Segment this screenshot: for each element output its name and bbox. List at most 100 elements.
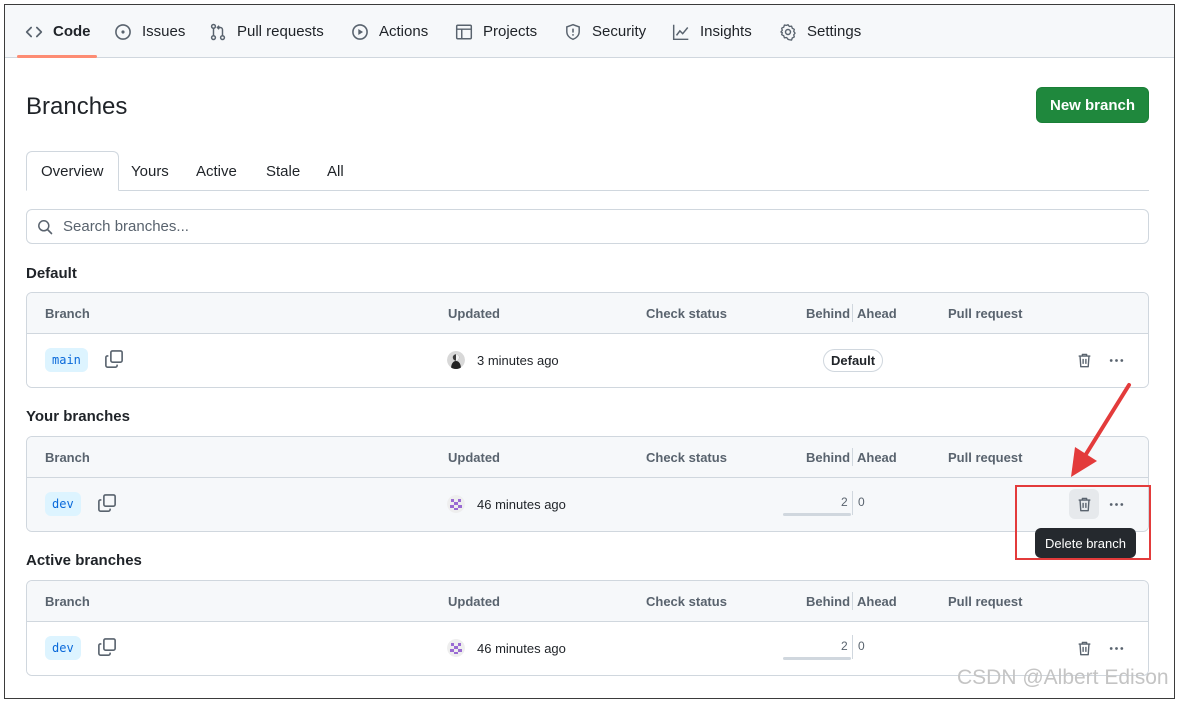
tab-all[interactable]: All [313, 151, 358, 191]
behind-bar-track [783, 657, 851, 660]
table-icon [455, 24, 473, 39]
code-icon [25, 26, 43, 37]
new-branch-button[interactable]: New branch [1036, 87, 1149, 123]
delete-branch-button[interactable] [1069, 345, 1099, 375]
search-icon [38, 220, 53, 235]
updated-time: 3 minutes ago [477, 353, 559, 368]
search-input[interactable] [63, 218, 1148, 235]
col-branch: Branch [45, 306, 90, 321]
nav-actions[interactable]: Actions [351, 5, 428, 58]
active-tab-underline [17, 55, 97, 58]
nav-issues-label: Issues [142, 23, 186, 40]
identicon-avatar [447, 495, 465, 513]
your-branches-table: Branch Updated Check status Behind Ahead… [26, 436, 1149, 532]
col-updated: Updated [448, 594, 500, 609]
page-title: Branches [26, 93, 128, 120]
play-icon [352, 23, 368, 40]
kebab-horizontal-icon [1109, 358, 1123, 362]
nav-pull-requests-label: Pull requests [237, 23, 324, 40]
delete-branch-tooltip: Delete branch [1035, 528, 1136, 558]
gear-icon [780, 23, 796, 41]
more-options-button[interactable] [1101, 633, 1131, 663]
count-divider [852, 635, 853, 659]
count-divider [852, 491, 853, 515]
default-branches-table: Branch Updated Check status Behind Ahead… [26, 292, 1149, 388]
col-behind: Behind [806, 594, 851, 609]
section-title-your-branches: Your branches [26, 408, 130, 425]
col-check-status: Check status [646, 306, 727, 321]
col-branch: Branch [45, 594, 90, 609]
table-header: Branch Updated Check status Behind Ahead… [27, 293, 1148, 334]
nav-settings[interactable]: Settings [779, 5, 861, 58]
trash-icon [1078, 641, 1090, 655]
table-row: dev 46 minutes ago 2 0 [27, 478, 1148, 531]
branch-name-link[interactable]: dev [45, 636, 81, 660]
shield-icon [566, 23, 580, 40]
col-branch: Branch [45, 450, 90, 465]
nav-code[interactable]: Code [25, 5, 91, 58]
nav-security[interactable]: Security [564, 5, 646, 58]
col-updated: Updated [448, 306, 500, 321]
tab-active[interactable]: Active [182, 151, 251, 191]
table-header: Branch Updated Check status Behind Ahead… [27, 437, 1148, 478]
table-header: Branch Updated Check status Behind Ahead… [27, 581, 1148, 622]
updated-time: 46 minutes ago [477, 497, 566, 512]
trash-icon [1078, 497, 1090, 511]
col-check-status: Check status [646, 450, 727, 465]
repo-nav: Code Issues Pull requests Actions Projec… [5, 5, 1174, 58]
table-row: main 3 minutes ago Default [27, 334, 1148, 387]
delete-branch-button[interactable] [1069, 489, 1099, 519]
tabs-divider [26, 190, 1149, 191]
col-divider [852, 448, 853, 466]
nav-settings-label: Settings [807, 23, 862, 40]
browser-frame: Code Issues Pull requests Actions Projec… [4, 4, 1175, 699]
kebab-horizontal-icon [1109, 502, 1123, 506]
branch-name-link[interactable]: dev [45, 492, 81, 516]
nav-projects-label: Projects [483, 23, 538, 40]
col-behind: Behind [806, 450, 851, 465]
nav-pull-requests[interactable]: Pull requests [209, 5, 324, 58]
col-ahead: Ahead [857, 450, 897, 465]
col-ahead: Ahead [857, 594, 897, 609]
pull-request-icon [210, 23, 226, 40]
active-branches-table: Branch Updated Check status Behind Ahead… [26, 580, 1149, 676]
behind-count: 2 [841, 495, 848, 509]
ahead-count: 0 [858, 639, 865, 653]
tab-overview[interactable]: Overview [26, 151, 119, 191]
graph-icon [672, 24, 689, 40]
updated-time: 46 minutes ago [477, 641, 566, 656]
copy-icon[interactable] [97, 493, 117, 513]
nav-security-label: Security [592, 23, 647, 40]
nav-actions-label: Actions [379, 23, 429, 40]
ahead-count: 0 [858, 495, 865, 509]
col-pull-request: Pull request [948, 594, 1023, 609]
col-divider [852, 592, 853, 610]
identicon-avatar [447, 639, 465, 657]
watermark-text: CSDN @Albert Edison [957, 666, 1169, 689]
avatar [447, 351, 465, 369]
tab-stale[interactable]: Stale [252, 151, 314, 191]
col-check-status: Check status [646, 594, 727, 609]
copy-icon[interactable] [97, 637, 117, 657]
trash-icon [1078, 353, 1090, 367]
branch-name-link[interactable]: main [45, 348, 88, 372]
section-title-default: Default [26, 265, 77, 282]
issue-icon [115, 23, 131, 40]
search-box [26, 209, 1149, 244]
col-ahead: Ahead [857, 306, 897, 321]
copy-icon[interactable] [104, 349, 124, 369]
nav-issues[interactable]: Issues [114, 5, 185, 58]
section-title-active-branches: Active branches [26, 552, 142, 569]
col-updated: Updated [448, 450, 500, 465]
delete-branch-button[interactable] [1069, 633, 1099, 663]
more-options-button[interactable] [1101, 345, 1131, 375]
col-pull-request: Pull request [948, 450, 1023, 465]
nav-projects[interactable]: Projects [455, 5, 537, 58]
behind-bar-track [783, 513, 851, 516]
behind-count: 2 [841, 639, 848, 653]
more-options-button[interactable] [1101, 489, 1131, 519]
kebab-horizontal-icon [1109, 646, 1123, 650]
tab-yours[interactable]: Yours [117, 151, 183, 191]
col-behind: Behind [806, 306, 851, 321]
nav-insights[interactable]: Insights [672, 5, 752, 58]
